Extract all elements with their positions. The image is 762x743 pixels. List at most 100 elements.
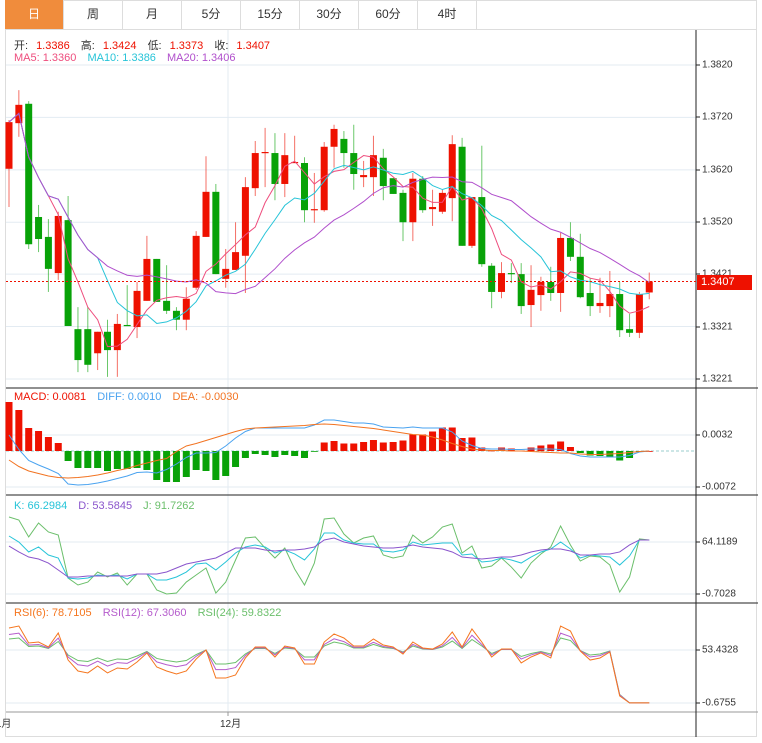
- candle-down: [25, 103, 33, 245]
- price-tick: 1.3620: [702, 164, 733, 176]
- high-label: 高:: [80, 40, 95, 52]
- j-value: J: 91.7262: [143, 500, 195, 512]
- candle-down: [84, 329, 92, 365]
- candle-up: [232, 252, 240, 270]
- candle-up: [251, 153, 259, 189]
- k-value: K: 66.2984: [14, 500, 68, 512]
- macd-tick: -0.0072: [702, 481, 736, 493]
- macd-bar: [232, 451, 240, 467]
- x-label-nov: 11月: [0, 719, 12, 730]
- macd-bar: [212, 451, 220, 480]
- macd-info: MACD: 0.0081 DIFF: 0.0010 DEA: -0.0030: [14, 391, 247, 403]
- macd-bar: [566, 447, 574, 451]
- macd-bar: [84, 451, 92, 468]
- macd-bar: [64, 451, 72, 461]
- candle-up: [557, 237, 565, 293]
- close-label: 收:: [214, 40, 229, 52]
- macd-bar: [35, 431, 43, 451]
- j-line: [8, 516, 650, 595]
- macd-bar: [360, 442, 368, 451]
- candle-down: [576, 256, 584, 298]
- macd-bar: [163, 451, 171, 482]
- macd-bar: [113, 451, 121, 469]
- current-price-label: 1.3407: [697, 275, 752, 290]
- macd-bar: [281, 451, 289, 455]
- candle-down: [507, 273, 515, 275]
- macd-bar: [182, 451, 190, 477]
- candle-up: [527, 289, 535, 306]
- macd-bar: [537, 445, 545, 451]
- candle-up: [202, 191, 210, 237]
- macd-bar: [104, 451, 111, 471]
- candle-up: [409, 178, 417, 223]
- candle-down: [64, 220, 72, 327]
- rsi-tick: 53.4328: [702, 644, 739, 656]
- candle-up: [645, 281, 653, 293]
- d-line: [8, 537, 650, 578]
- macd-bar: [291, 451, 299, 456]
- ma10-value: MA10: 1.3386: [87, 52, 156, 64]
- high-value: 1.3424: [102, 40, 137, 52]
- macd-bar: [547, 444, 555, 451]
- rsi24-line: [8, 637, 650, 704]
- price-tick: 1.3520: [702, 216, 733, 228]
- candle-down: [399, 192, 407, 223]
- candle-up: [498, 273, 505, 292]
- price-tick: 1.3321: [702, 321, 733, 333]
- open-value: 1.3386: [36, 40, 70, 52]
- candle-up: [330, 128, 338, 147]
- candle-up: [360, 175, 368, 178]
- candle-up: [635, 294, 643, 333]
- macd-bar: [330, 441, 338, 451]
- candle-up: [241, 187, 249, 256]
- candle-up: [281, 155, 289, 184]
- ma5-value: MA5: 1.3360: [14, 52, 77, 64]
- macd-bar: [596, 451, 604, 456]
- macd-bar: [409, 434, 417, 451]
- macd-bar: [389, 442, 397, 451]
- dea-value: DEA: -0.0030: [172, 391, 239, 403]
- d-value: D: 53.5845: [78, 500, 133, 512]
- price-tick: 1.3820: [702, 59, 733, 71]
- open-label: 开:: [14, 40, 29, 52]
- candle-down: [340, 138, 348, 154]
- macd-bar: [25, 428, 33, 451]
- ma20-value: MA20: 1.3406: [167, 52, 236, 64]
- macd-bar: [320, 442, 328, 451]
- candle-up: [596, 302, 604, 307]
- candle-up: [537, 281, 545, 296]
- x-label-dec: 12月: [220, 719, 242, 730]
- candle-up: [429, 207, 437, 210]
- rsi12-value: RSI(12): 67.3060: [102, 607, 187, 619]
- low-label: 低:: [147, 40, 162, 52]
- macd-bar: [15, 410, 23, 451]
- macd-bar: [429, 431, 437, 451]
- price-tick: 1.3720: [702, 111, 733, 123]
- candle-up: [310, 209, 318, 211]
- candle-down: [517, 274, 525, 307]
- macd-bar: [399, 440, 407, 451]
- macd-bar: [74, 451, 82, 468]
- candle-down: [123, 324, 131, 327]
- candle-down: [616, 294, 624, 331]
- close-value: 1.3407: [236, 40, 271, 52]
- candle-down: [419, 178, 427, 211]
- macd-bar: [379, 442, 387, 451]
- kline-chart[interactable]: [0, 0, 762, 743]
- price-tick: 1.3221: [702, 373, 733, 385]
- macd-bar: [301, 451, 308, 458]
- candle-down: [163, 300, 171, 311]
- macd-bar: [340, 443, 348, 451]
- candle-down: [350, 153, 358, 175]
- candle-down: [271, 153, 279, 184]
- macd-bar: [143, 451, 151, 470]
- rsi-tick: -0.6755: [702, 697, 736, 709]
- macd-bar: [44, 437, 52, 451]
- macd-bar: [271, 451, 279, 457]
- macd-bar: [458, 438, 466, 451]
- macd-bar: [153, 451, 161, 480]
- rsi24-value: RSI(24): 59.8322: [197, 607, 282, 619]
- ma20-line: [8, 112, 650, 295]
- kdj-tick: 64.1189: [702, 536, 738, 548]
- macd-bar: [576, 451, 584, 453]
